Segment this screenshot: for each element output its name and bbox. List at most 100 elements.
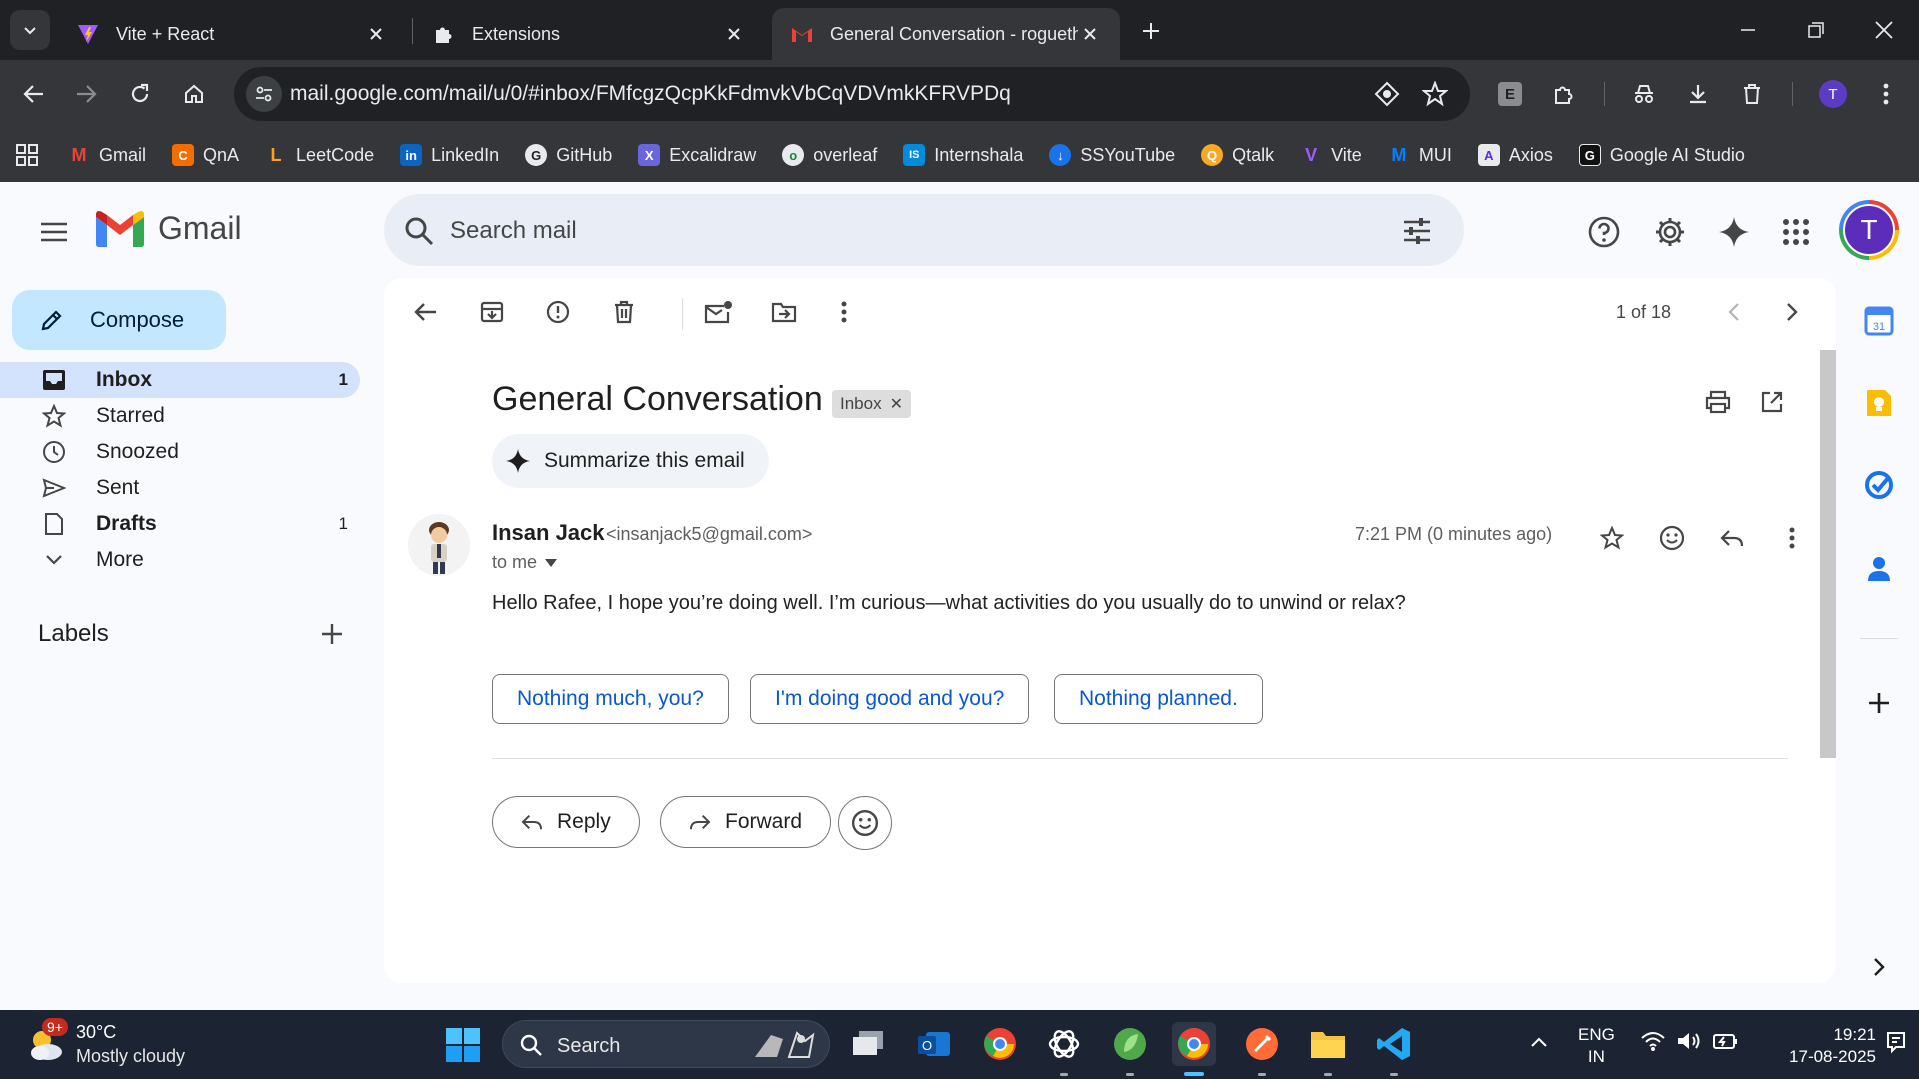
newer-button[interactable] <box>1714 292 1754 332</box>
older-button[interactable] <box>1772 292 1812 332</box>
tab-gmail-conversation[interactable]: General Conversation - rogueth <box>772 8 1120 60</box>
bookmark-internshala[interactable]: IS Internshala <box>903 144 1023 166</box>
taskbar-mongodb-compass[interactable] <box>1108 1022 1152 1076</box>
system-clock[interactable]: 19:21 17-08-2025 <box>1760 1024 1876 1068</box>
close-icon[interactable] <box>722 22 746 46</box>
address-bar[interactable]: mail.google.com/mail/u/0/#inbox/FMfcgzQc… <box>234 67 1470 121</box>
taskbar-task-view[interactable] <box>846 1022 890 1066</box>
print-all-button[interactable] <box>1698 382 1738 422</box>
taskbar-search[interactable]: Search <box>502 1020 830 1068</box>
taskbar-chrome-active[interactable] <box>1172 1022 1216 1076</box>
bookmark-mui[interactable]: M MUI <box>1388 144 1452 166</box>
notifications-icon[interactable] <box>1884 1030 1908 1054</box>
close-icon[interactable] <box>1078 22 1102 46</box>
nav-starred[interactable]: Starred <box>0 398 360 434</box>
input-language[interactable]: ENG IN <box>1578 1024 1615 1068</box>
bookmark-gmail[interactable]: M Gmail <box>68 144 147 166</box>
incognito-button[interactable] <box>1624 74 1664 114</box>
volume-icon[interactable] <box>1676 1030 1702 1052</box>
restore-button[interactable] <box>1782 0 1850 60</box>
bookmark-leetcode[interactable]: L LeetCode <box>265 144 375 166</box>
smart-reply-1[interactable]: Nothing much, you? <box>492 674 729 724</box>
search-options-icon[interactable] <box>1402 216 1432 246</box>
bookmark-star-icon[interactable] <box>1422 81 1448 107</box>
search-bar[interactable]: Search mail <box>384 194 1464 266</box>
more-options-button[interactable] <box>824 292 864 332</box>
emoji-reaction-button[interactable] <box>838 796 892 850</box>
bookmark-qna[interactable]: C QnA <box>172 144 239 166</box>
bookmark-ssyoutube[interactable]: ↓ SSYouTube <box>1049 144 1175 166</box>
home-button[interactable] <box>174 74 214 114</box>
extension-e-button[interactable]: E <box>1490 74 1530 114</box>
add-reaction-button[interactable] <box>1652 518 1692 558</box>
browser-menu-button[interactable] <box>1866 74 1906 114</box>
taskbar-outlook[interactable]: O <box>912 1022 956 1066</box>
trash-extension-button[interactable] <box>1732 74 1772 114</box>
summarize-button[interactable]: Summarize this email <box>492 434 769 488</box>
taskbar-chatgpt[interactable] <box>1042 1022 1086 1076</box>
recipient-details[interactable]: to me <box>492 552 558 573</box>
windows-start-icon[interactable] <box>446 1028 480 1062</box>
reload-button[interactable] <box>120 74 160 114</box>
nav-more[interactable]: More <box>0 542 360 578</box>
chevron-up-icon[interactable] <box>1530 1036 1548 1048</box>
account-avatar[interactable]: T <box>1839 200 1899 260</box>
taskbar-chrome[interactable] <box>978 1022 1022 1066</box>
tasks-app-button[interactable] <box>1862 468 1896 502</box>
site-info-button[interactable] <box>246 76 282 112</box>
archive-button[interactable] <box>472 292 512 332</box>
new-tab-button[interactable] <box>1134 14 1168 48</box>
delete-button[interactable] <box>604 292 644 332</box>
bookmark-excalidraw[interactable]: X Excalidraw <box>638 144 756 166</box>
reply-button[interactable]: Reply <box>492 796 640 848</box>
contacts-app-button[interactable] <box>1862 552 1896 586</box>
bookmark-qtalk[interactable]: Q Qtalk <box>1201 144 1274 166</box>
nav-inbox[interactable]: Inbox 1 <box>0 362 360 398</box>
bookmark-vite[interactable]: V Vite <box>1300 144 1362 166</box>
forward-button[interactable] <box>66 74 106 114</box>
keep-app-button[interactable] <box>1862 386 1896 420</box>
nav-snoozed[interactable]: Snoozed <box>0 434 360 470</box>
minimize-button[interactable] <box>1714 0 1782 60</box>
message-more-button[interactable] <box>1772 518 1812 558</box>
bookmark-google-ai-studio[interactable]: G Google AI Studio <box>1578 144 1745 166</box>
apps-shortcut[interactable] <box>16 144 38 166</box>
get-addons-button[interactable] <box>1862 686 1896 720</box>
taskbar-file-explorer[interactable] <box>1306 1022 1350 1076</box>
remove-label-icon[interactable]: ✕ <box>890 394 903 414</box>
smart-reply-3[interactable]: Nothing planned. <box>1054 674 1263 724</box>
create-label-button[interactable] <box>318 620 346 648</box>
mark-unread-button[interactable] <box>698 292 738 332</box>
gemini-button[interactable] <box>1710 208 1758 256</box>
taskbar-vscode[interactable] <box>1372 1022 1416 1076</box>
back-button[interactable] <box>14 74 54 114</box>
back-to-inbox-button[interactable] <box>406 292 446 332</box>
close-icon[interactable] <box>364 22 388 46</box>
star-message-button[interactable] <box>1592 518 1632 558</box>
profile-avatar[interactable]: T <box>1819 80 1847 108</box>
compose-button[interactable]: Compose <box>12 290 226 350</box>
bookmark-linkedin[interactable]: in LinkedIn <box>400 144 499 166</box>
google-apps-button[interactable] <box>1772 208 1820 256</box>
report-spam-button[interactable] <box>538 292 578 332</box>
tab-search-button[interactable] <box>10 10 50 50</box>
calendar-app-button[interactable]: 31 <box>1862 304 1896 338</box>
support-button[interactable] <box>1580 208 1628 256</box>
nav-drafts[interactable]: Drafts 1 <box>0 506 360 542</box>
main-menu-button[interactable] <box>34 212 74 252</box>
forward-button[interactable]: Forward <box>660 796 832 848</box>
taskbar-postman[interactable] <box>1240 1022 1284 1076</box>
lens-icon[interactable] <box>1374 81 1400 107</box>
bookmark-axios[interactable]: A Axios <box>1477 144 1553 166</box>
search-input[interactable]: Search mail <box>450 217 577 245</box>
gmail-logo[interactable]: Gmail <box>96 210 242 247</box>
settings-button[interactable] <box>1646 208 1694 256</box>
bookmark-overleaf[interactable]: o overleaf <box>782 144 877 166</box>
downloads-button[interactable] <box>1678 74 1718 114</box>
scrollbar[interactable] <box>1820 350 1836 758</box>
close-window-button[interactable] <box>1850 0 1918 60</box>
sender-avatar[interactable] <box>408 514 470 576</box>
tab-vite-react[interactable]: Vite + React <box>58 8 406 60</box>
open-new-window-button[interactable] <box>1752 382 1792 422</box>
nav-sent[interactable]: Sent <box>0 470 360 506</box>
